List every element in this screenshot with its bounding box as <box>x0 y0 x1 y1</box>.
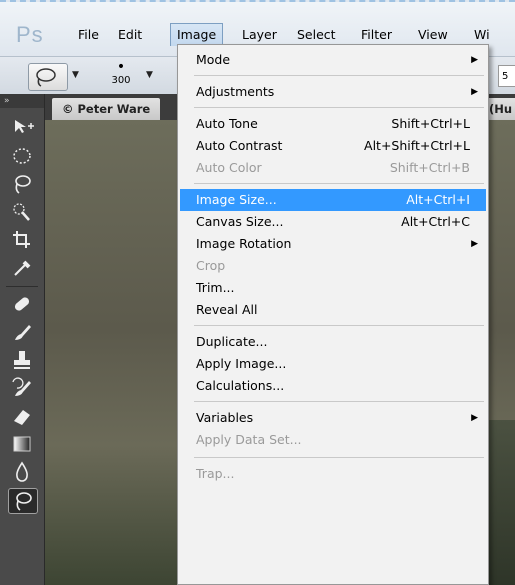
menu-separator <box>194 75 484 76</box>
menu-item-apply-data-set[interactable]: Apply Data Set... <box>180 429 486 451</box>
brush-icon[interactable] <box>8 320 36 344</box>
menu-image[interactable]: Image <box>170 23 224 46</box>
shortcut-label: Alt+Ctrl+I <box>406 192 470 207</box>
menu-layer[interactable]: Layer <box>236 24 283 46</box>
menu-item-mode[interactable]: Mode ▶ <box>180 49 486 71</box>
elliptical-marquee-icon[interactable] <box>8 144 36 168</box>
submenu-arrow-icon: ▶ <box>471 239 478 249</box>
brush-dot-icon: • <box>116 59 126 75</box>
shortcut-label: Alt+Ctrl+C <box>401 214 470 229</box>
brush-picker[interactable]: • 300 <box>102 59 140 93</box>
second-document-tab[interactable]: (Hu <box>485 98 515 120</box>
shortcut-label: Shift+Ctrl+B <box>389 160 470 175</box>
menu-item-trim[interactable]: Trim... <box>180 277 486 299</box>
menu-separator <box>194 401 484 402</box>
submenu-arrow-icon: ▶ <box>471 87 478 97</box>
menu-item-reveal-all[interactable]: Reveal All <box>180 299 486 321</box>
menu-item-image-rotation[interactable]: Image Rotation ▶ <box>180 233 486 255</box>
menu-separator <box>194 183 484 184</box>
menu-item-trap[interactable]: Trap... <box>180 463 486 485</box>
menu-select[interactable]: Select <box>291 24 342 46</box>
history-brush-icon[interactable] <box>8 376 36 400</box>
menu-view[interactable]: View <box>412 24 454 46</box>
submenu-arrow-icon: ▶ <box>471 55 478 65</box>
photoshop-logo: Ps <box>16 22 44 47</box>
menu-window[interactable]: Wi <box>468 24 496 46</box>
menu-item-adjustments[interactable]: Adjustments ▶ <box>180 81 486 103</box>
eyedropper-icon[interactable] <box>8 256 36 280</box>
menu-item-image-size[interactable]: Image Size... Alt+Ctrl+I <box>180 189 486 211</box>
blur-icon[interactable] <box>8 460 36 484</box>
brush-dropdown-arrow[interactable]: ▼ <box>146 70 153 80</box>
move-icon[interactable] <box>8 114 36 138</box>
menu-item-auto-contrast[interactable]: Auto Contrast Alt+Shift+Ctrl+L <box>180 135 486 157</box>
gradient-icon[interactable] <box>8 432 36 456</box>
opacity-field[interactable]: 5 <box>498 65 515 87</box>
document-tab[interactable]: © Peter Ware <box>52 98 161 120</box>
menu-item-auto-color[interactable]: Auto Color Shift+Ctrl+B <box>180 157 486 179</box>
menu-separator <box>194 107 484 108</box>
quick-selection-icon[interactable] <box>8 200 36 224</box>
image-menu-dropdown: Mode ▶ Adjustments ▶ Auto Tone Shift+Ctr… <box>177 44 489 585</box>
menu-item-auto-tone[interactable]: Auto Tone Shift+Ctrl+L <box>180 113 486 135</box>
clone-stamp-icon[interactable] <box>8 348 36 372</box>
menu-item-duplicate[interactable]: Duplicate... <box>180 331 486 353</box>
brush-size-label: 300 <box>111 75 131 86</box>
tool-preset-picker[interactable] <box>28 63 68 91</box>
menu-separator <box>194 325 484 326</box>
lasso-selected-icon[interactable] <box>8 488 38 514</box>
panel-collapse-icon[interactable]: » <box>0 94 44 108</box>
menu-filter[interactable]: Filter <box>355 24 398 46</box>
crop-icon[interactable] <box>8 228 36 252</box>
shortcut-label: Alt+Shift+Ctrl+L <box>364 138 470 153</box>
submenu-arrow-icon: ▶ <box>471 413 478 423</box>
tool-separator <box>6 286 38 287</box>
shortcut-label: Shift+Ctrl+L <box>391 116 470 131</box>
tools-panel: » <box>0 94 45 585</box>
menu-item-calculations[interactable]: Calculations... <box>180 375 486 397</box>
menu-item-apply-image[interactable]: Apply Image... <box>180 353 486 375</box>
menu-item-variables[interactable]: Variables ▶ <box>180 407 486 429</box>
preset-dropdown-arrow[interactable]: ▼ <box>72 70 79 80</box>
healing-brush-icon[interactable] <box>8 292 36 316</box>
menu-edit[interactable]: Edit <box>112 24 148 46</box>
menu-item-crop[interactable]: Crop <box>180 255 486 277</box>
menu-file[interactable]: File <box>72 24 105 46</box>
menu-separator <box>194 457 484 458</box>
menu-item-canvas-size[interactable]: Canvas Size... Alt+Ctrl+C <box>180 211 486 233</box>
lasso-icon <box>36 68 56 87</box>
lasso-icon[interactable] <box>8 172 36 196</box>
eraser-icon[interactable] <box>8 404 36 428</box>
